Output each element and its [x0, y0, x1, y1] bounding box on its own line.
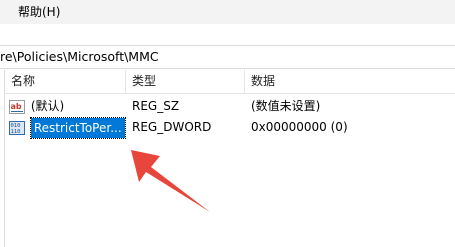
registry-editor-window: I 帮助(H) re\Policies\Microsoft\MMC 名称 类型 … — [0, 0, 455, 247]
value-name-cell[interactable]: ab (默认) — [9, 95, 126, 117]
list-item-default[interactable]: ab (默认) REG_SZ (数值未设置) — [5, 95, 455, 117]
values-list[interactable]: 名称 类型 数据 ab (默认) REG_SZ (数值未设置) 010 110 … — [5, 70, 455, 247]
menu-bar: I 帮助(H) — [0, 0, 455, 24]
svg-text:ab: ab — [11, 102, 22, 111]
column-header-name[interactable]: 名称 — [5, 70, 126, 94]
dword-value-icon: 010 110 — [9, 120, 25, 135]
address-bar[interactable]: re\Policies\Microsoft\MMC — [0, 45, 455, 69]
value-name-cell[interactable]: 010 110 RestrictToPer... — [9, 116, 126, 139]
value-name-selected[interactable]: RestrictToPer... — [29, 116, 126, 139]
address-path[interactable]: re\Policies\Microsoft\MMC — [0, 46, 159, 68]
string-value-icon: ab — [9, 99, 25, 114]
column-header-type[interactable]: 类型 — [126, 70, 245, 94]
value-type: REG_DWORD — [132, 120, 212, 134]
value-name: (默认) — [30, 99, 65, 113]
toolbar-spacer — [0, 24, 455, 45]
list-header: 名称 类型 数据 — [5, 70, 455, 94]
value-type: REG_SZ — [132, 99, 180, 113]
menu-item-help[interactable]: 帮助(H) — [16, 3, 62, 21]
value-data: 0x00000000 (0) — [251, 120, 348, 134]
column-header-data[interactable]: 数据 — [245, 70, 455, 94]
list-item-restrict[interactable]: 010 110 RestrictToPer... REG_DWORD 0x000… — [5, 116, 455, 139]
value-data: (数值未设置) — [251, 99, 321, 113]
svg-text:110: 110 — [11, 129, 21, 135]
